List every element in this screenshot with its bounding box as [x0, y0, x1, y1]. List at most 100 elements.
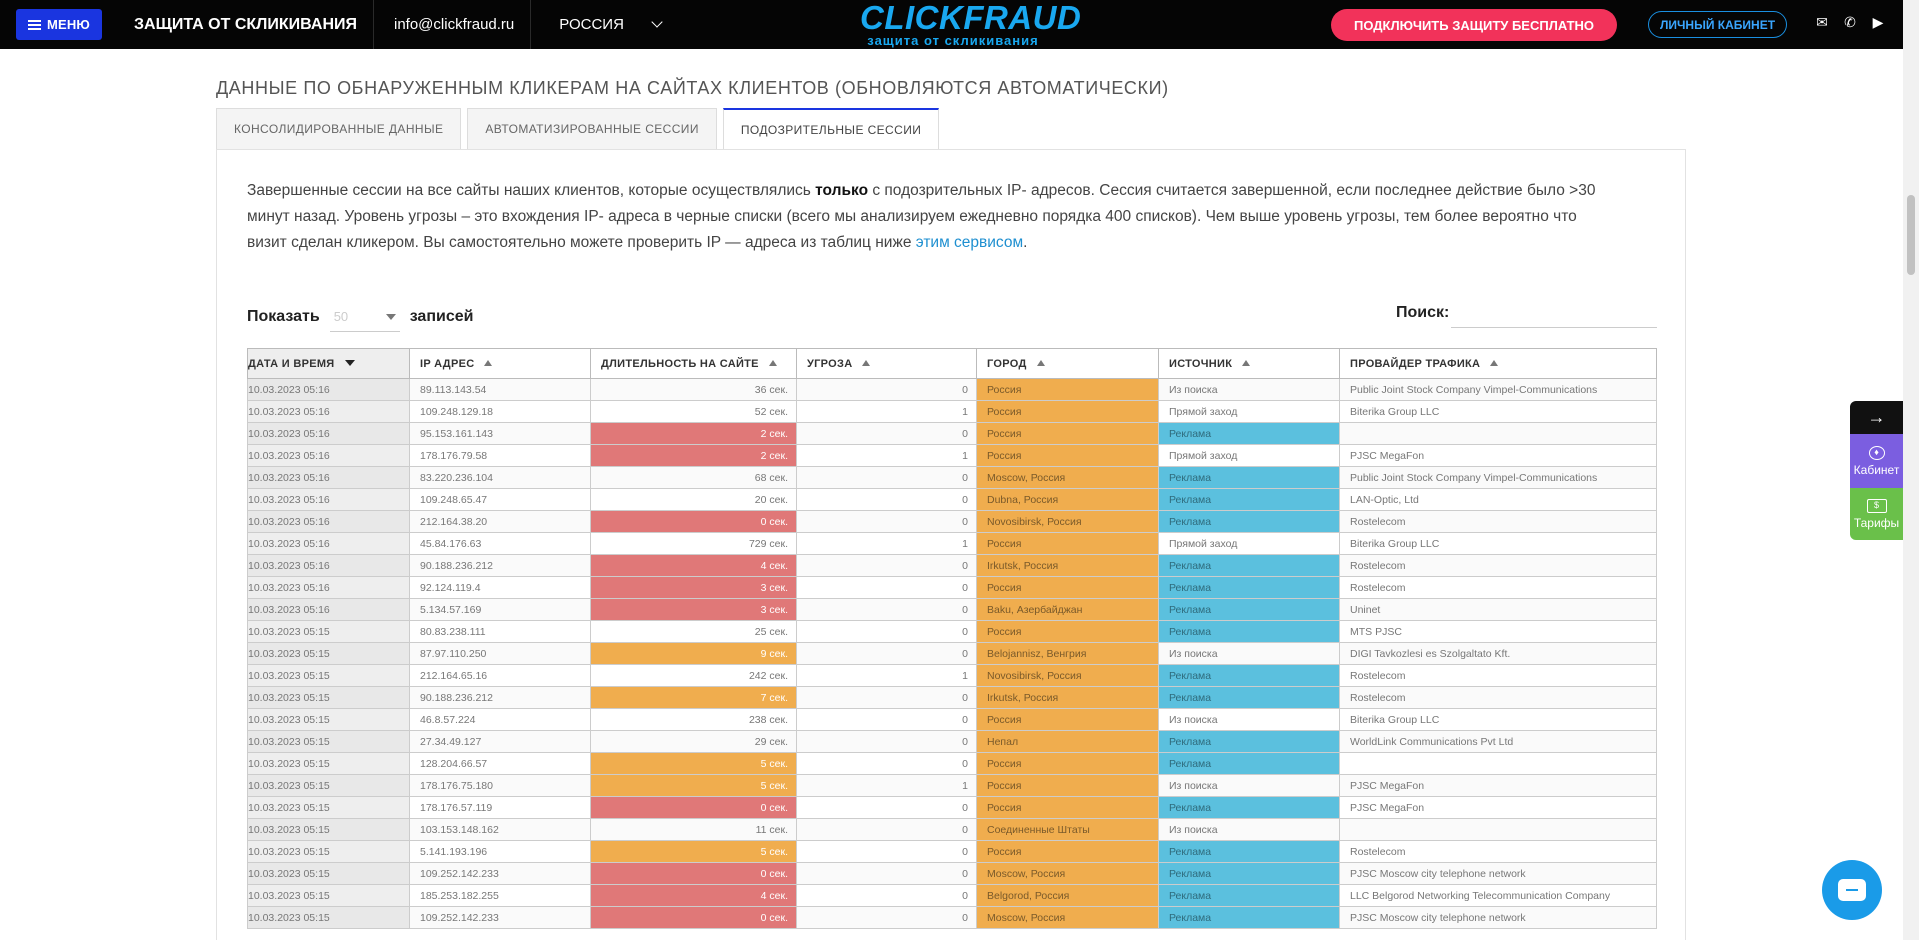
cell-datetime: 10.03.2023 05:16 [247, 532, 410, 555]
region-select[interactable]: РОССИЯ [531, 16, 671, 33]
cell-source: Реклама [1158, 422, 1340, 445]
col-header-provider[interactable]: ПРОВАЙДЕР ТРАФИКА [1339, 348, 1657, 379]
cell-city: Россия [976, 532, 1159, 555]
table-row: 10.03.2023 05:16 178.176.79.58 2 сек. 1 Росс… [247, 444, 1657, 467]
col-header-threat[interactable]: УГРОЗА [796, 348, 977, 379]
cell-duration: 242 сек. [590, 664, 797, 687]
menu-button[interactable]: МЕНЮ [16, 9, 102, 40]
cell-datetime: 10.03.2023 05:15 [247, 862, 410, 885]
cell-datetime: 10.03.2023 05:16 [247, 488, 410, 511]
cell-threat: 0 [796, 554, 977, 577]
cell-city: Belojannisz, Венгрия [976, 642, 1159, 665]
page-length-select[interactable]: 50 [329, 302, 400, 332]
cell-ip: 109.248.65.47 [409, 488, 591, 511]
cell-source: Реклама [1158, 620, 1340, 643]
cell-provider: Public Joint Stock Company Vimpel-Commun… [1339, 466, 1657, 489]
cell-threat: 0 [796, 862, 977, 885]
youtube-icon[interactable]: ▶ [1870, 14, 1886, 30]
cell-provider [1339, 752, 1657, 775]
personal-cabinet-button[interactable]: ЛИЧНЫЙ КАБИНЕТ [1648, 11, 1787, 38]
col-header-duration[interactable]: ДЛИТЕЛЬНОСТЬ НА САЙТЕ [590, 348, 797, 379]
cell-city: Россия [976, 774, 1159, 797]
side-tariffs-button[interactable]: $ Тарифы [1850, 488, 1903, 540]
cell-threat: 0 [796, 686, 977, 709]
cell-threat: 0 [796, 466, 977, 489]
description-text: Завершенные сессии на все сайты наших кл… [247, 182, 816, 199]
site-title-link[interactable]: ЗАЩИТА ОТ СКЛИКИВАНИЯ [134, 16, 357, 34]
table-row: 10.03.2023 05:16 109.248.65.47 20 сек. 0 Dub… [247, 488, 1657, 511]
cell-duration: 0 сек. [590, 862, 797, 885]
page-scrollbar[interactable] [1903, 0, 1919, 940]
connect-protection-button[interactable]: ПОДКЛЮЧИТЬ ЗАЩИТУ БЕСПЛАТНО [1331, 9, 1617, 41]
table-row: 10.03.2023 05:16 45.84.176.63 729 сек. 1 Рос… [247, 532, 1657, 555]
cell-source: Реклама [1158, 510, 1340, 533]
col-header-city[interactable]: ГОРОД [976, 348, 1159, 379]
col-header-ip[interactable]: IP АДРЕС [409, 348, 591, 379]
cell-source: Из поиска [1158, 642, 1340, 665]
logo[interactable]: CLICKFRAUD защита от скликивания [860, 1, 1081, 48]
scrollbar-thumb[interactable] [1907, 195, 1915, 275]
check-service-link[interactable]: этим сервисом [916, 234, 1023, 251]
tariffs-icon: $ [1866, 498, 1887, 513]
cell-threat: 1 [796, 774, 977, 797]
cell-duration: 0 сек. [590, 906, 797, 929]
caret-down-icon [385, 313, 396, 320]
cell-provider: DIGI Tavkozlesi es Szolgaltato Kft. [1339, 642, 1657, 665]
cell-duration: 4 сек. [590, 884, 797, 907]
section-title: ДАННЫЕ ПО ОБНАРУЖЕННЫМ КЛИКЕРАМ НА САЙТА… [216, 78, 1169, 98]
cell-city: Соединенные Штаты [976, 818, 1159, 841]
cell-threat: 0 [796, 422, 977, 445]
cell-ip: 178.176.75.180 [409, 774, 591, 797]
cell-source: Реклама [1158, 488, 1340, 511]
cell-threat: 1 [796, 664, 977, 687]
cell-threat: 1 [796, 400, 977, 423]
table-row: 10.03.2023 05:15 90.188.236.212 7 сек. 0 Irk… [247, 686, 1657, 709]
cell-duration: 0 сек. [590, 510, 797, 533]
chat-button[interactable] [1822, 860, 1882, 920]
side-cabinet-button[interactable]: ♦ Кабинет [1850, 434, 1903, 488]
chevron-down-icon [651, 16, 663, 28]
email-link[interactable]: info@clickfraud.ru [374, 16, 530, 33]
cell-provider: Biterika Group LLC [1339, 532, 1657, 555]
col-header-datetime[interactable]: ДАТА И ВРЕМЯ [247, 348, 410, 379]
search-input[interactable] [1451, 298, 1658, 328]
cell-city: Moscow, Россия [976, 466, 1159, 489]
cell-ip: 185.253.182.255 [409, 884, 591, 907]
tab-consolidated[interactable]: КОНСОЛИДИРОВАННЫЕ ДАННЫЕ [216, 108, 462, 150]
mail-icon[interactable]: ✉ [1814, 14, 1830, 30]
cell-duration: 52 сек. [590, 400, 797, 423]
cell-threat: 0 [796, 818, 977, 841]
cell-provider: PJSC MegaFon [1339, 796, 1657, 819]
cell-threat: 1 [796, 444, 977, 467]
cell-city: Moscow, Россия [976, 862, 1159, 885]
cell-ip: 87.97.110.250 [409, 642, 591, 665]
cell-datetime: 10.03.2023 05:15 [247, 840, 410, 863]
cell-ip: 5.134.57.169 [409, 598, 591, 621]
cell-source: Реклама [1158, 554, 1340, 577]
side-toggle-arrow-icon[interactable]: → [1850, 401, 1903, 434]
table-row: 10.03.2023 05:15 46.8.57.224 238 сек. 0 Росс… [247, 708, 1657, 731]
cell-provider: Rostelecom [1339, 576, 1657, 599]
tab-automated-sessions[interactable]: АВТОМАТИЗИРОВАННЫЕ СЕССИИ [467, 108, 717, 150]
cell-provider: PJSC Moscow city telephone network [1339, 862, 1657, 885]
cell-provider: Rostelecom [1339, 840, 1657, 863]
cell-ip: 89.113.143.54 [409, 378, 591, 401]
sort-asc-icon [1490, 359, 1499, 366]
cell-city: Россия [976, 444, 1159, 467]
cell-provider: Uninet [1339, 598, 1657, 621]
cell-provider: LLC Belgorod Networking Telecommunicatio… [1339, 884, 1657, 907]
col-header-source[interactable]: ИСТОЧНИК [1158, 348, 1340, 379]
table-row: 10.03.2023 05:15 109.252.142.233 0 сек. 0 Mo… [247, 862, 1657, 885]
table-row: 10.03.2023 05:16 89.113.143.54 36 сек. 0 Рос… [247, 378, 1657, 401]
phone-icon[interactable]: ✆ [1842, 14, 1858, 30]
cell-threat: 0 [796, 488, 977, 511]
cell-ip: 90.188.236.212 [409, 686, 591, 709]
logo-tagline: защита от скликивания [867, 33, 1039, 48]
table-row: 10.03.2023 05:15 128.204.66.57 5 сек. 0 Росс… [247, 752, 1657, 775]
cell-city: Baku, Азербайджан [976, 598, 1159, 621]
cell-threat: 0 [796, 576, 977, 599]
cell-city: Novosibirsk, Россия [976, 664, 1159, 687]
tab-suspicious-sessions[interactable]: ПОДОЗРИТЕЛЬНЫЕ СЕССИИ [722, 108, 940, 150]
cell-ip: 46.8.57.224 [409, 708, 591, 731]
table-row: 10.03.2023 05:15 178.176.75.180 5 сек. 1 Рос… [247, 774, 1657, 797]
